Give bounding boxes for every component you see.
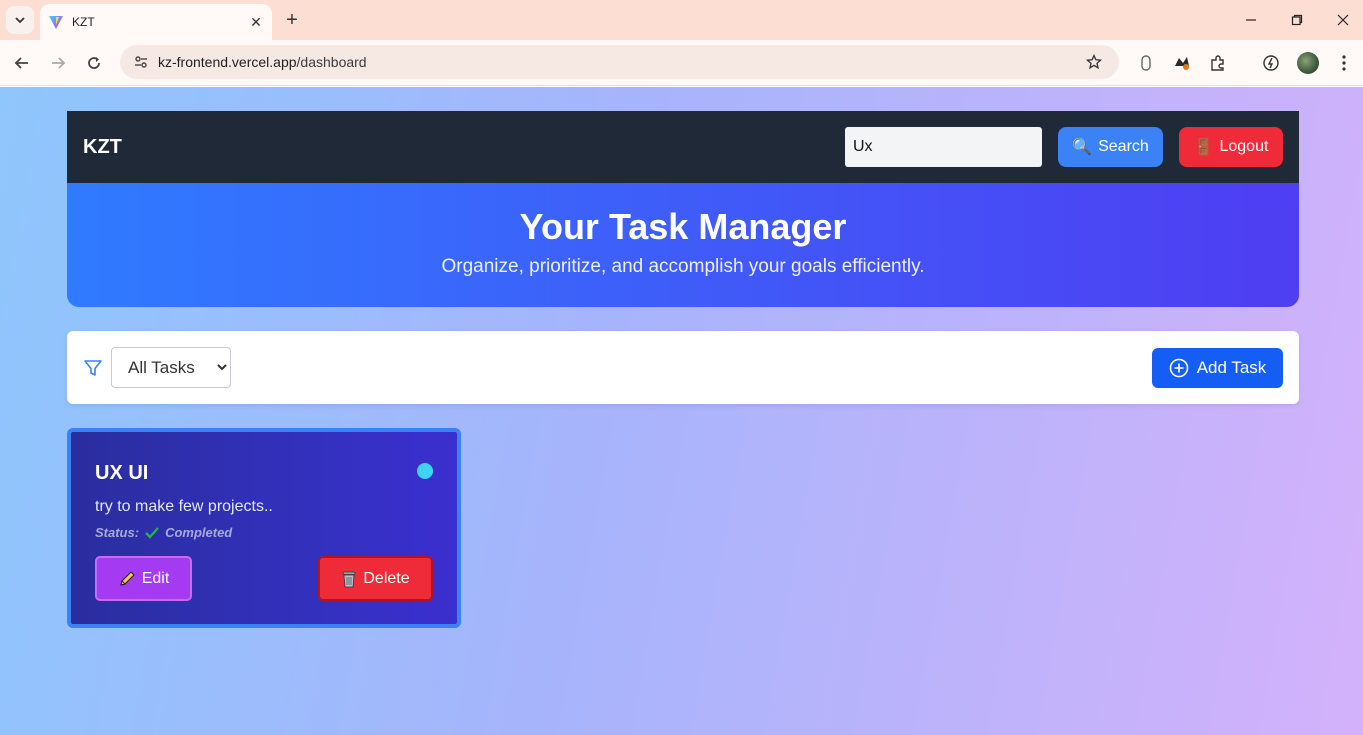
plus-circle-icon	[1169, 358, 1188, 378]
hero-banner: Your Task Manager Organize, prioritize, …	[67, 183, 1299, 307]
page-title: Your Task Manager	[519, 206, 847, 247]
browser-tab[interactable]: KZT ✕	[40, 4, 272, 40]
status-label: Status:	[95, 525, 140, 540]
vite-logo-icon	[49, 16, 63, 29]
filter-bar: All Tasks Add Task	[67, 331, 1299, 404]
task-filter-select[interactable]: All Tasks	[111, 347, 231, 388]
edit-task-button[interactable]: Edit	[95, 556, 192, 601]
chevron-down-icon	[15, 17, 25, 24]
close-window-icon[interactable]	[1329, 6, 1357, 34]
back-arrow-icon[interactable]	[8, 49, 36, 77]
search-button[interactable]: 🔍 Search	[1058, 127, 1163, 167]
url-domain: kz-frontend.vercel.app	[158, 54, 297, 70]
url-text: kz-frontend.vercel.app/dashboard	[158, 54, 1079, 70]
close-tab-icon[interactable]: ✕	[244, 10, 268, 34]
performance-icon[interactable]	[1259, 51, 1283, 75]
puzzle-icon[interactable]	[1206, 51, 1230, 75]
logout-button[interactable]: 🚪 Logout	[1179, 127, 1283, 167]
task-card: UX UI try to make few projects.. Status:…	[67, 428, 461, 628]
status-value: Completed	[165, 525, 233, 540]
kebab-menu-icon[interactable]	[1332, 51, 1356, 75]
minimize-icon[interactable]	[1237, 6, 1265, 34]
restore-icon[interactable]	[1283, 6, 1311, 34]
search-button-label: Search	[1098, 138, 1149, 155]
brand-logo[interactable]: KZT	[83, 136, 122, 159]
check-mark-icon	[145, 526, 159, 539]
logout-button-label: Logout	[1219, 138, 1269, 155]
browser-tab-strip: KZT ✕ +	[0, 0, 1363, 40]
edit-button-label: Edit	[141, 569, 170, 587]
address-bar[interactable]: kz-frontend.vercel.app/dashboard	[120, 45, 1119, 79]
page-subtitle: Organize, prioritize, and accomplish you…	[441, 256, 925, 277]
trash-can-icon	[342, 571, 356, 587]
delete-button-label: Delete	[363, 569, 410, 587]
site-settings-icon[interactable]	[126, 54, 156, 70]
pencil-icon	[120, 570, 135, 586]
filter-icon	[84, 360, 102, 376]
add-task-button[interactable]: Add Task	[1152, 348, 1283, 388]
extension-clip-icon[interactable]	[1134, 51, 1158, 75]
magnifier-icon: 🔍	[1072, 139, 1093, 156]
delete-task-button[interactable]: Delete	[318, 556, 433, 601]
new-tab-button[interactable]: +	[280, 8, 304, 32]
browser-toolbar: kz-frontend.vercel.app/dashboard	[0, 40, 1363, 86]
page-viewport: KZT 🔍 Search 🚪 Logout Your Task Manager …	[0, 87, 1363, 735]
door-icon: 🚪	[1193, 139, 1214, 156]
tab-search-button[interactable]	[6, 6, 34, 34]
app-navbar: KZT 🔍 Search 🚪 Logout	[67, 111, 1299, 183]
task-status: Status: Completed	[95, 525, 232, 540]
tab-title: KZT	[72, 15, 95, 29]
forward-arrow-icon[interactable]	[44, 49, 72, 77]
extension-hat-icon[interactable]	[1170, 51, 1194, 75]
bookmark-star-icon[interactable]	[1079, 54, 1109, 70]
reload-icon[interactable]	[80, 49, 108, 77]
task-description: try to make few projects..	[95, 498, 273, 515]
task-title: UX UI	[95, 462, 149, 484]
url-path: /dashboard	[296, 54, 367, 70]
search-input[interactable]	[845, 127, 1042, 167]
add-task-label: Add Task	[1196, 358, 1267, 377]
task-status-dot	[417, 463, 433, 479]
profile-avatar[interactable]	[1297, 52, 1319, 74]
